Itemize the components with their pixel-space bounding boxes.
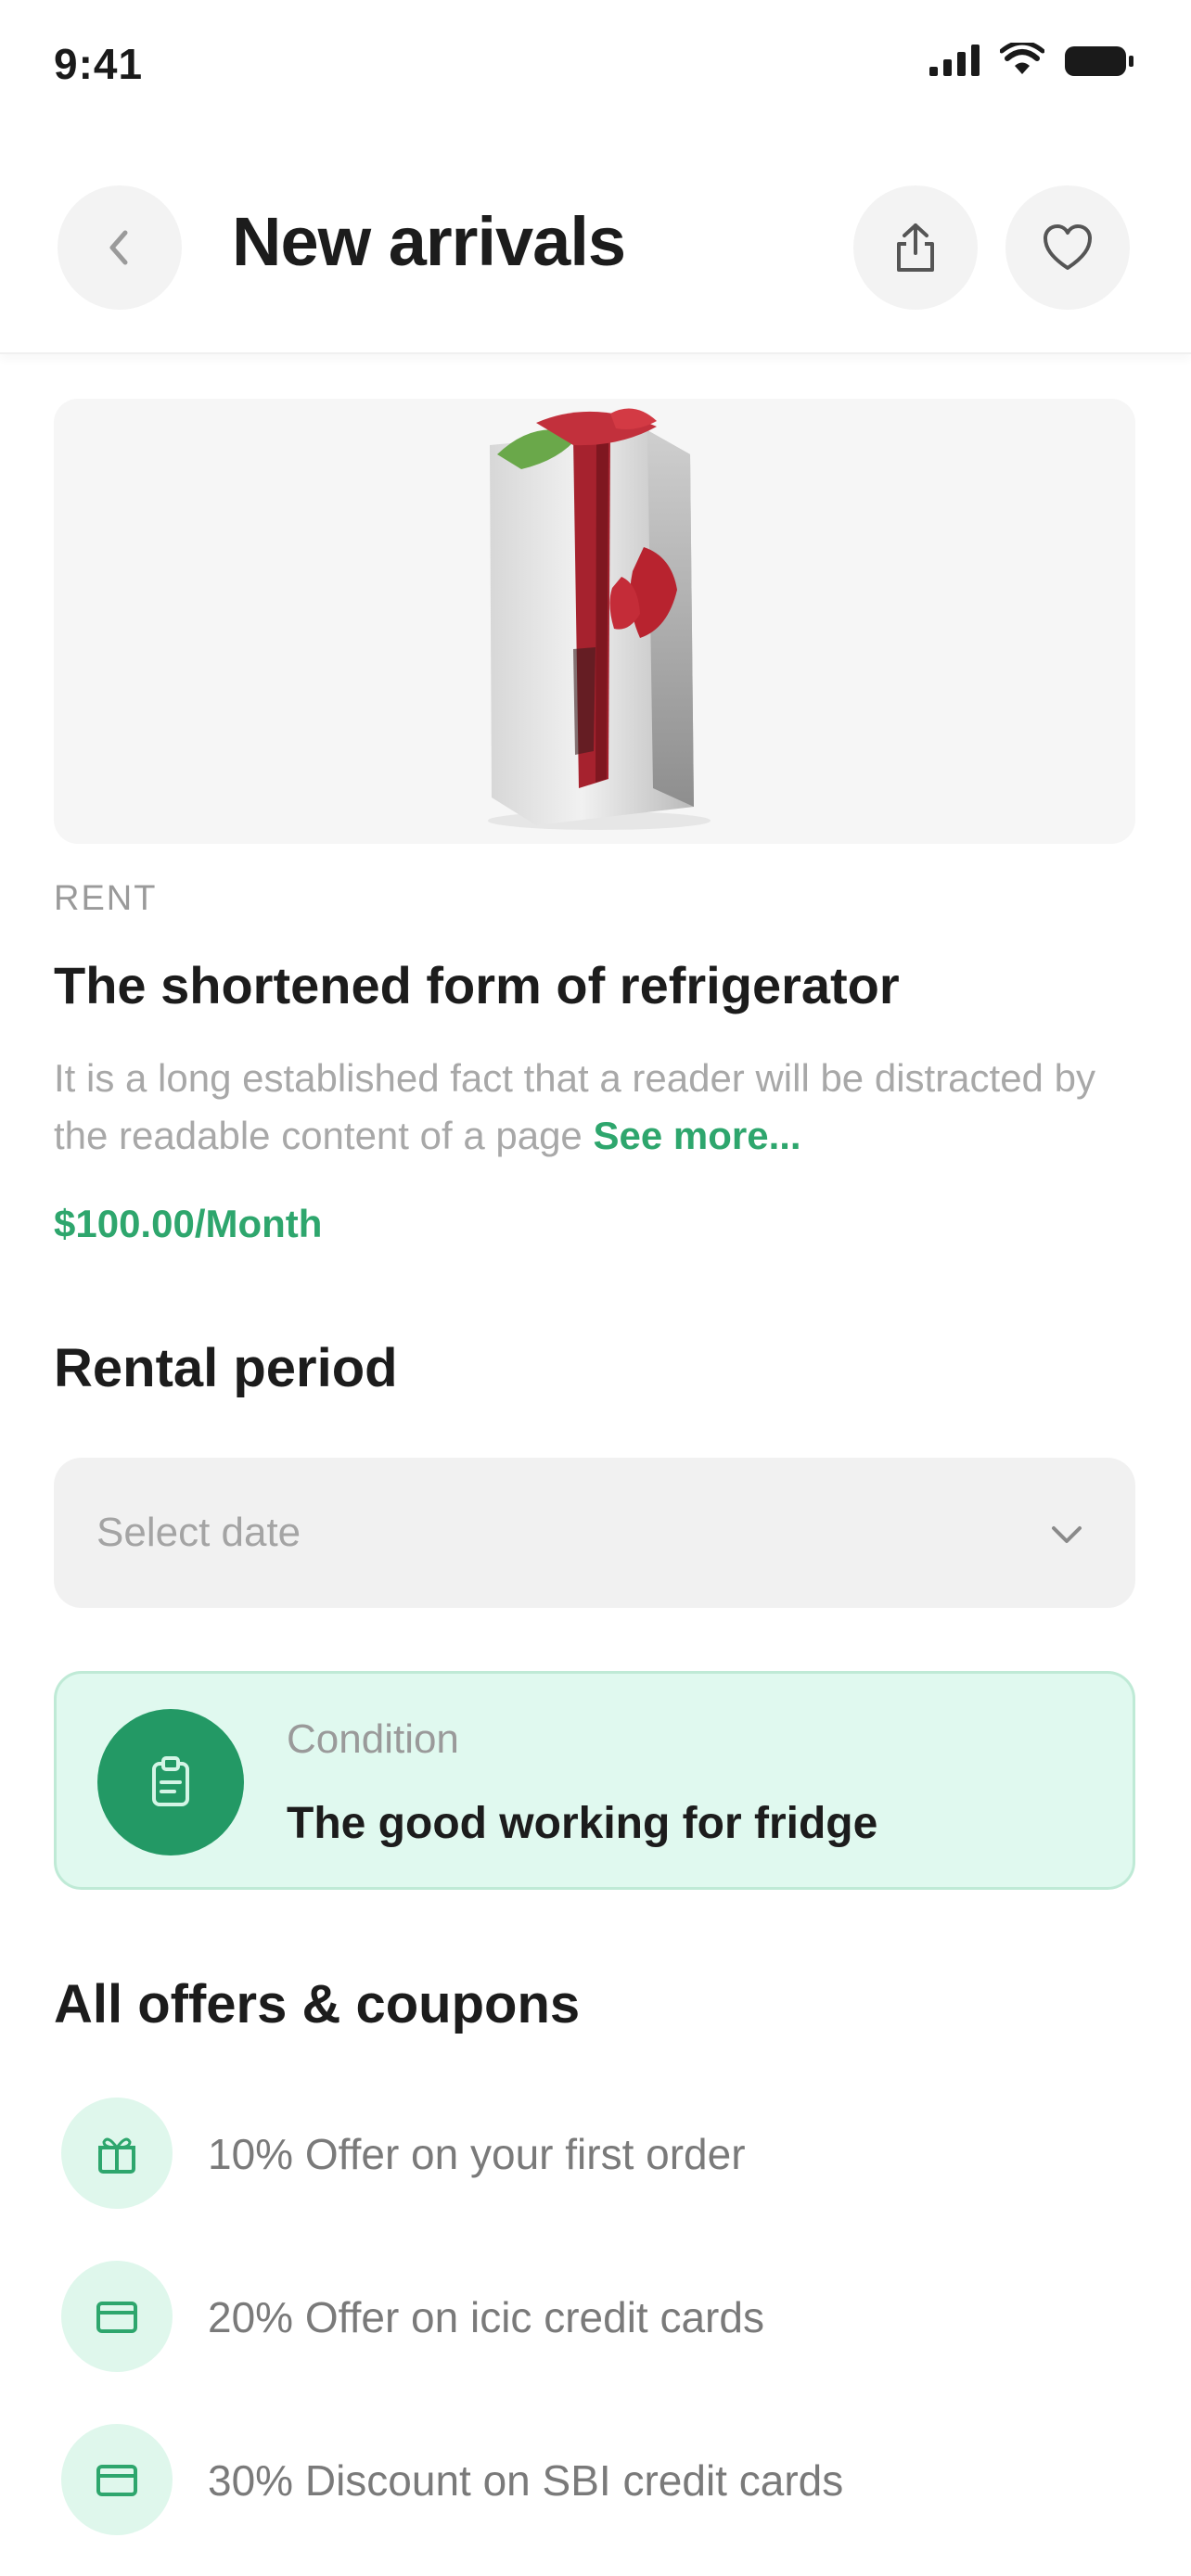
condition-value: The good working for fridge (287, 1799, 878, 1848)
refrigerator-illustration (488, 408, 711, 830)
gift-icon (98, 2137, 135, 2174)
product-image (54, 399, 1135, 844)
product-title: The shortened form of refrigerator (54, 956, 900, 1014)
condition-label: Condition (287, 1716, 459, 1762)
status-icons (929, 43, 1133, 76)
offer-item[interactable]: 30% Discount on SBI credit cards (54, 2424, 1135, 2554)
offer-item[interactable]: 10% Offer on your first order (54, 2098, 1135, 2227)
offer-icon-badge (61, 2261, 173, 2372)
chevron-down-icon (1052, 1526, 1082, 1543)
offer-text: 30% Discount on SBI credit cards (208, 2456, 844, 2505)
product-price: $100.00/Month (54, 1202, 323, 1245)
chevron-left-icon (109, 230, 128, 265)
offer-text: 20% Offer on icic credit cards (208, 2293, 764, 2341)
offers-heading: All offers & coupons (54, 1974, 581, 2034)
battery-icon (1065, 46, 1133, 76)
rental-period-heading: Rental period (54, 1338, 398, 1398)
card-icon (96, 2465, 137, 2496)
offer-item[interactable]: 20% Offer on icic credit cards (54, 2261, 1135, 2391)
product-category: RENT (54, 879, 158, 918)
share-icon (897, 223, 934, 272)
share-button[interactable] (853, 185, 978, 310)
card-icon (96, 2302, 137, 2333)
cellular-signal-icon (929, 43, 980, 76)
product-description-text: It is a long established fact that a rea… (54, 1056, 1095, 1157)
see-more-link[interactable]: See more... (593, 1114, 800, 1157)
clipboard-icon (152, 1756, 189, 1806)
top-app-bar: New arrivals (0, 139, 1191, 354)
product-description: It is a long established fact that a rea… (54, 1050, 1135, 1165)
page-title: New arrivals (232, 203, 626, 280)
offer-icon-badge (61, 2424, 173, 2535)
back-button[interactable] (58, 185, 182, 310)
offer-icon-badge (61, 2098, 173, 2209)
select-date-placeholder: Select date (96, 1510, 301, 1555)
status-bar: 9:41 (0, 0, 1191, 139)
wifi-icon (1000, 43, 1044, 74)
condition-icon-badge (97, 1709, 244, 1855)
status-time: 9:41 (54, 40, 144, 88)
select-date-dropdown[interactable]: Select date (54, 1458, 1135, 1608)
heart-icon (1044, 224, 1092, 270)
favorite-button[interactable] (1005, 185, 1130, 310)
offer-text: 10% Offer on your first order (208, 2130, 746, 2178)
condition-card: Condition The good working for fridge (54, 1671, 1135, 1890)
